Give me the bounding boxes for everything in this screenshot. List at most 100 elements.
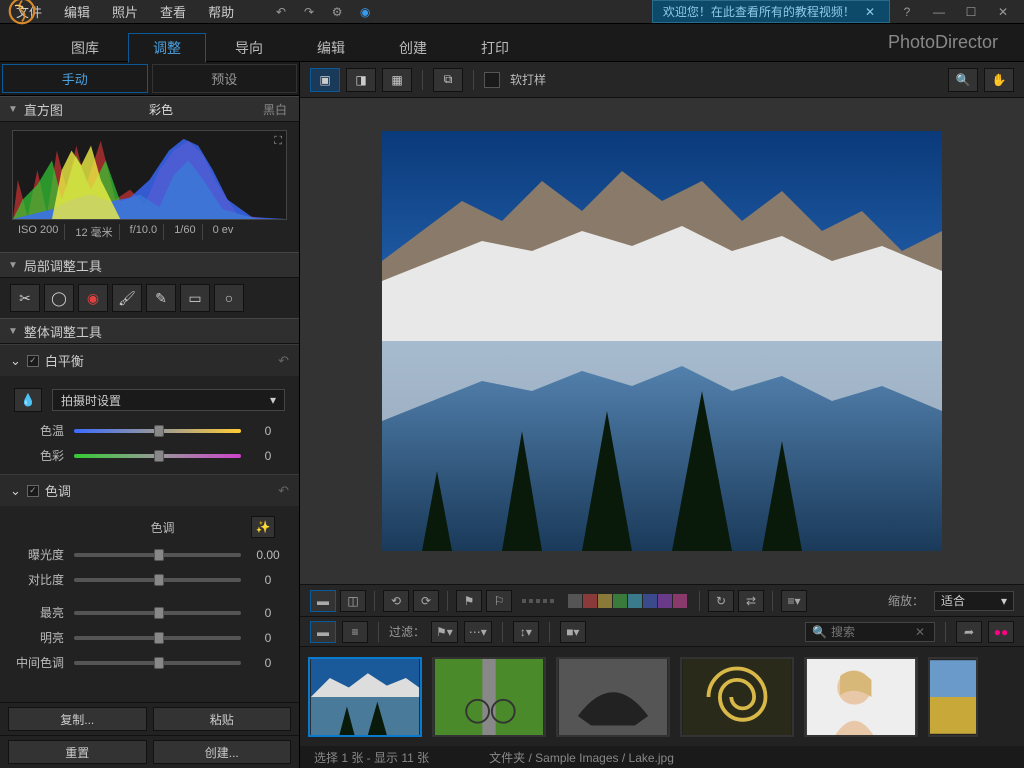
view-grid-icon[interactable]: ▦	[382, 68, 412, 92]
tab-adjustment[interactable]: 调整	[128, 33, 206, 63]
menu-edit[interactable]: 编辑	[54, 0, 100, 23]
zoom-select[interactable]: 适合▾	[934, 591, 1014, 611]
color-swatch[interactable]	[568, 594, 582, 608]
window-maximize-icon[interactable]: ☐	[964, 5, 978, 19]
layout-single-icon[interactable]: ▬	[310, 590, 336, 612]
contrast-slider[interactable]: 对比度0	[14, 567, 285, 592]
softproof-checkbox[interactable]	[484, 72, 500, 88]
tone-reset-icon[interactable]: ↶	[278, 483, 289, 499]
sort-icon[interactable]: ≡▾	[781, 590, 807, 612]
global-tools-header[interactable]: ▼ 整体调整工具	[0, 318, 299, 344]
notification-icon[interactable]: ◉	[356, 3, 374, 21]
subtab-preset[interactable]: 预设	[152, 64, 298, 93]
temperature-slider[interactable]: 色温 0	[14, 418, 285, 443]
histogram-mode-bw[interactable]: 黑白	[259, 101, 291, 118]
filter-color-icon[interactable]: ■▾	[560, 621, 586, 643]
tone-header[interactable]: ⌄ ✓ 色调 ↶	[0, 474, 299, 506]
thumbnail-spiral[interactable]	[680, 657, 794, 737]
rotate-icon[interactable]: ↻	[708, 590, 734, 612]
tab-edit[interactable]: 编辑	[292, 33, 370, 63]
color-swatch[interactable]	[658, 594, 672, 608]
white-balance-header[interactable]: ⌄ ✓ 白平衡 ↶	[0, 344, 299, 376]
thumbnail-portrait[interactable]	[804, 657, 918, 737]
color-swatch[interactable]	[583, 594, 597, 608]
gradient-tool-icon[interactable]: ▭	[180, 284, 210, 312]
image-viewer[interactable]	[300, 98, 1024, 584]
welcome-banner[interactable]: 欢迎您！在此查看所有的教程视频！ ✕	[652, 0, 890, 23]
lights-slider[interactable]: 明亮0	[14, 625, 285, 650]
white-balance-preset-select[interactable]: 拍摄时设置▾	[52, 389, 285, 411]
tint-slider[interactable]: 色彩 0	[14, 443, 285, 468]
help-icon[interactable]: ?	[900, 5, 914, 19]
rotate-left-icon[interactable]: ⟲	[383, 590, 409, 612]
export-icon[interactable]: ➦	[956, 621, 982, 643]
view-before-after-icon[interactable]: ◨	[346, 68, 376, 92]
tone-checkbox[interactable]: ✓	[27, 485, 39, 497]
color-swatch[interactable]	[628, 594, 642, 608]
auto-tone-icon[interactable]: ✨	[251, 516, 275, 538]
color-swatch[interactable]	[673, 594, 687, 608]
white-balance-reset-icon[interactable]: ↶	[278, 353, 289, 369]
crop-tool-icon[interactable]: ✂	[10, 284, 40, 312]
thumbnail-ship[interactable]	[556, 657, 670, 737]
filmstrip[interactable]	[300, 646, 1024, 746]
histogram-mode-color[interactable]: 彩色	[145, 101, 177, 118]
flag-icon[interactable]: ⚑	[456, 590, 482, 612]
mask-brush-icon[interactable]: ✎	[146, 284, 176, 312]
midtones-slider[interactable]: 中间色调0	[14, 650, 285, 675]
secondary-display-icon[interactable]: ⧉	[433, 68, 463, 92]
highlights-slider[interactable]: 最亮0	[14, 600, 285, 625]
strip-view-icon[interactable]: ▬	[310, 621, 336, 643]
rotate-right-icon[interactable]: ⟳	[413, 590, 439, 612]
flip-icon[interactable]: ⇄	[738, 590, 764, 612]
search-input[interactable]	[831, 625, 911, 639]
window-minimize-icon[interactable]: ―	[932, 5, 946, 19]
white-balance-checkbox[interactable]: ✓	[27, 355, 39, 367]
layout-split-icon[interactable]: ◫	[340, 590, 366, 612]
banner-close-icon[interactable]: ✕	[861, 5, 879, 19]
color-swatch[interactable]	[613, 594, 627, 608]
color-swatch[interactable]	[598, 594, 612, 608]
menu-photo[interactable]: 照片	[102, 0, 148, 23]
reject-icon[interactable]: ⚐	[486, 590, 512, 612]
copy-button[interactable]: 复制...	[8, 707, 147, 731]
paste-button[interactable]: 粘贴	[153, 707, 292, 731]
settings-icon[interactable]: ⚙	[328, 3, 346, 21]
tab-print[interactable]: 打印	[456, 33, 534, 63]
menu-view[interactable]: 查看	[150, 0, 196, 23]
magnifier-icon[interactable]: 🔍	[948, 68, 978, 92]
filter-rating-icon[interactable]: ⋯▾	[464, 621, 492, 643]
exposure-slider[interactable]: 曝光度0.00	[14, 542, 285, 567]
reset-button[interactable]: 重置	[8, 740, 147, 764]
share-flickr-icon[interactable]: ●●	[988, 621, 1014, 643]
list-view-icon[interactable]: ≡	[342, 621, 368, 643]
view-single-icon[interactable]: ▣	[310, 68, 340, 92]
redo-icon[interactable]: ↷	[300, 3, 318, 21]
radial-tool-icon[interactable]: ○	[214, 284, 244, 312]
histogram-expand-icon[interactable]: ⛶	[274, 135, 282, 148]
tab-library[interactable]: 图库	[46, 33, 124, 63]
create-button[interactable]: 创建...	[153, 740, 292, 764]
tab-guided[interactable]: 导向	[210, 33, 288, 63]
menu-help[interactable]: 帮助	[198, 0, 244, 23]
color-swatch[interactable]	[643, 594, 657, 608]
redeye-tool-icon[interactable]: ◉	[78, 284, 108, 312]
thumbnail-bike[interactable]	[432, 657, 546, 737]
spot-tool-icon[interactable]: ◯	[44, 284, 74, 312]
window-close-icon[interactable]: ✕	[996, 5, 1010, 19]
filter-sort-icon[interactable]: ↕▾	[513, 621, 539, 643]
tab-create[interactable]: 创建	[374, 33, 452, 63]
thumbnail-lake[interactable]	[308, 657, 422, 737]
search-box[interactable]: 🔍 ✕	[805, 622, 935, 642]
rating-dots[interactable]	[516, 599, 560, 603]
thumbnail-field[interactable]	[928, 657, 978, 737]
histogram-header[interactable]: ▼ 直方图 彩色 黑白	[0, 96, 299, 122]
hand-tool-icon[interactable]: ✋	[984, 68, 1014, 92]
filter-flag-icon[interactable]: ⚑▾	[431, 621, 458, 643]
brush-tool-icon[interactable]: 🖌	[112, 284, 142, 312]
undo-icon[interactable]: ↶	[272, 3, 290, 21]
subtab-manual[interactable]: 手动	[2, 64, 148, 93]
eyedropper-icon[interactable]: 💧	[14, 388, 42, 412]
local-tools-header[interactable]: ▼ 局部调整工具	[0, 252, 299, 278]
clear-search-icon[interactable]: ✕	[915, 625, 925, 639]
